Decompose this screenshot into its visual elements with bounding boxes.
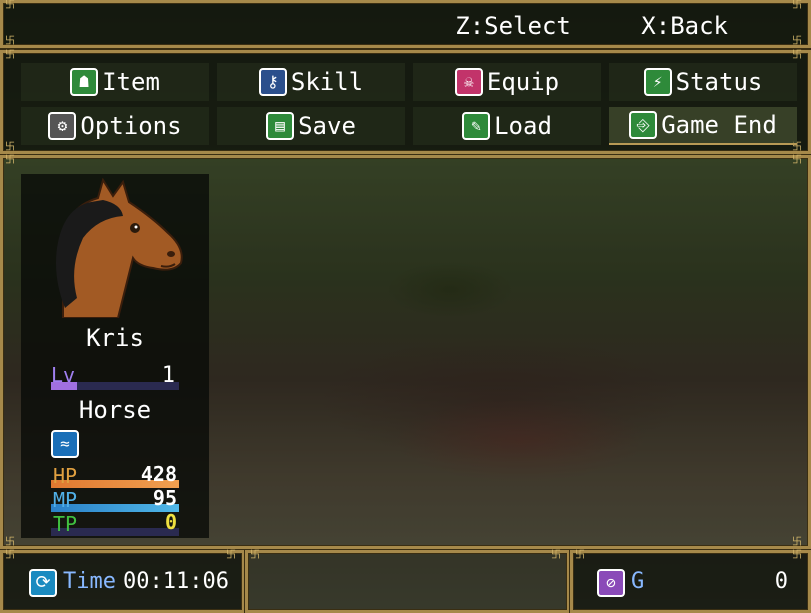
- key-hints: Z:Select X:Back: [399, 12, 728, 40]
- menu-item-label: Save: [298, 112, 356, 140]
- status-boot-icon: ⚡: [643, 68, 672, 96]
- command-menu-window: 卐 卐 卐 卐 ☗ Item ⚷ Skill ☠ Equip ⚡ Status ⚙ Options…: [0, 50, 811, 154]
- help-window: 卐 卐 卐 卐 Z:Select X:Back: [0, 0, 811, 48]
- menu-status-button[interactable]: ⚡ Status: [609, 63, 797, 101]
- level-label: Lv: [51, 363, 76, 387]
- select-hint: Z:Select: [455, 12, 571, 40]
- corner-ornament: 卐: [792, 155, 802, 166]
- equip-skull-icon: ☠: [454, 68, 483, 96]
- menu-load-button[interactable]: ✎ Load: [413, 107, 601, 145]
- corner-ornament: 卐: [226, 550, 236, 561]
- corner-ornament: 卐: [792, 550, 802, 561]
- menu-item-label: Status: [675, 68, 763, 96]
- menu-item-label: Game End: [661, 111, 777, 139]
- menu-item-label: Equip: [486, 68, 560, 96]
- mp-value: 95: [152, 486, 177, 510]
- game-end-door-icon: ⎆: [629, 111, 658, 139]
- hp-value: 428: [140, 462, 177, 486]
- tp-value: 0: [164, 510, 177, 534]
- coin-icon: ⊘: [597, 569, 625, 597]
- corner-ornament: 卐: [5, 537, 15, 548]
- menu-game-end-button[interactable]: ⎆ Game End: [609, 107, 797, 145]
- actor-panel-kris[interactable]: Kris Lv 1 Horse ≈ HP 428 MP 95 TP 0: [21, 174, 209, 538]
- actor-class: Horse: [78, 396, 152, 424]
- save-book-icon: ▤: [266, 112, 295, 140]
- clock-icon: ⟳: [29, 569, 57, 597]
- corner-ornament: 卐: [5, 142, 15, 153]
- menu-item-button[interactable]: ☗ Item: [21, 63, 209, 101]
- load-scroll-icon: ✎: [462, 112, 491, 140]
- corner-ornament: 卐: [5, 0, 15, 11]
- menu-equip-button[interactable]: ☠ Equip: [413, 63, 601, 101]
- corner-ornament: 卐: [551, 550, 561, 561]
- options-gear-icon: ⚙: [48, 112, 77, 140]
- menu-item-label: Options: [80, 112, 182, 140]
- corner-ornament: 卐: [250, 550, 260, 561]
- menu-item-label: Skill: [290, 68, 364, 96]
- time-label: Time: [63, 569, 116, 594]
- actor-name: Kris: [86, 324, 144, 352]
- corner-ornament: 卐: [792, 36, 802, 47]
- corner-ornament: 卐: [5, 36, 15, 47]
- corner-ornament: 卐: [5, 155, 15, 166]
- corner-ornament: 卐: [792, 537, 802, 548]
- menu-item-label: Item: [102, 68, 160, 96]
- time-value: 00:11:06: [123, 569, 229, 594]
- menu-item-label: Load: [494, 112, 552, 140]
- menu-save-button[interactable]: ▤ Save: [217, 107, 405, 145]
- empty-footer-window: 卐 卐: [245, 550, 570, 613]
- gold-value: 0: [774, 569, 788, 594]
- hp-label: HP: [53, 464, 78, 488]
- playtime-window: 卐 卐 ⟳ Time 00:11:06: [0, 550, 245, 613]
- back-hint: X:Back: [641, 12, 728, 40]
- menu-options-button[interactable]: ⚙ Options: [21, 107, 209, 145]
- corner-ornament: 卐: [792, 0, 802, 11]
- item-bag-icon: ☗: [70, 68, 99, 96]
- corner-ornament: 卐: [5, 550, 15, 561]
- menu-skill-button[interactable]: ⚷ Skill: [217, 63, 405, 101]
- mp-label: MP: [53, 488, 78, 512]
- horse-portrait: [56, 178, 183, 318]
- corner-ornament: 卐: [5, 50, 15, 61]
- corner-ornament: 卐: [792, 50, 802, 61]
- gold-window: 卐 卐 ⊘ G 0: [570, 550, 811, 613]
- water-wave-icon: ≈: [51, 430, 79, 458]
- corner-ornament: 卐: [575, 550, 585, 561]
- skill-key-icon: ⚷: [258, 68, 287, 96]
- level-value: 1: [161, 363, 175, 388]
- status-window: 卐 卐 卐 卐 Kris Lv 1 Horse ≈ HP 428 MP 95 T…: [0, 155, 811, 549]
- tp-label: TP: [53, 512, 78, 536]
- gold-unit: G: [631, 569, 645, 594]
